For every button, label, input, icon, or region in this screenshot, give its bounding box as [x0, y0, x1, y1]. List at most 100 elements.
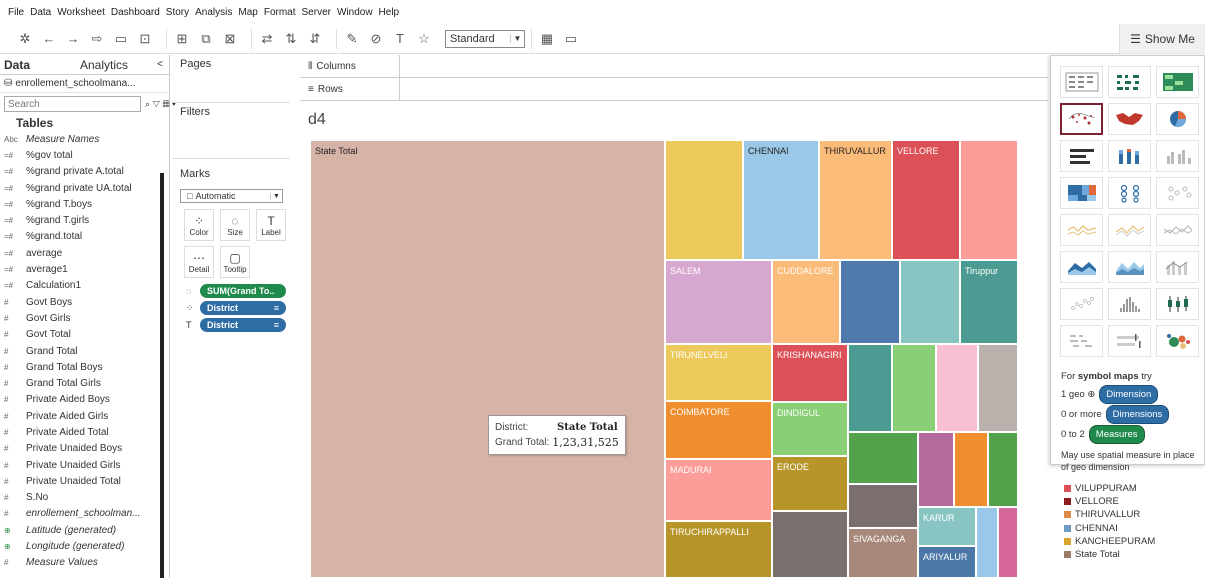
- legend-item[interactable]: VELLORE: [1064, 495, 1194, 508]
- field-pill[interactable]: District ≡: [200, 301, 286, 315]
- treemap-tile[interactable]: ERODE: [772, 456, 848, 511]
- treemap-tile[interactable]: SALEM: [665, 260, 772, 344]
- scrollbar[interactable]: [160, 173, 164, 578]
- mark-type-select[interactable]: □ Automatic ▼: [180, 189, 283, 203]
- treemap-tile[interactable]: KARUR: [918, 507, 976, 546]
- treemap-tile[interactable]: [900, 260, 960, 344]
- symbol-map-icon[interactable]: [1060, 103, 1103, 135]
- field-item[interactable]: ⊕ Longitude (generated): [0, 538, 169, 554]
- sort-descending-icon[interactable]: ⇵: [306, 30, 324, 48]
- legend-item[interactable]: KANCHEEPURAM: [1064, 535, 1194, 548]
- treemap-tile[interactable]: [998, 507, 1018, 578]
- field-item[interactable]: # Private Unaided Total: [0, 473, 169, 489]
- gantt-icon[interactable]: [1060, 325, 1103, 357]
- undo-icon[interactable]: ←: [40, 30, 58, 48]
- line-discrete-icon[interactable]: [1060, 214, 1103, 246]
- treemap-tile[interactable]: TIRUNELVELI: [665, 344, 772, 401]
- treemap-tile[interactable]: CUDDALORE: [772, 260, 840, 344]
- field-item[interactable]: =# %grand T.girls: [0, 212, 169, 228]
- field-item[interactable]: # Private Aided Boys: [0, 392, 169, 408]
- field-item[interactable]: # Private Unaided Boys: [0, 441, 169, 457]
- treemap-icon[interactable]: [1060, 177, 1103, 209]
- packed-bubbles-icon[interactable]: [1156, 325, 1199, 357]
- treemap-tile[interactable]: [848, 344, 892, 432]
- scatter-plot-icon[interactable]: [1060, 288, 1103, 320]
- clear-icon[interactable]: ⊠: [221, 30, 239, 48]
- area-continuous-icon[interactable]: [1060, 251, 1103, 283]
- field-item[interactable]: # Grand Total: [0, 343, 169, 359]
- forward-icon[interactable]: ⇨: [88, 30, 106, 48]
- treemap-tile[interactable]: DINDIGUL: [772, 402, 848, 456]
- marks-detail-button[interactable]: ⋯ Detail: [184, 246, 214, 278]
- treemap-tile[interactable]: Tiruppur: [960, 260, 1018, 344]
- filters-card[interactable]: Filters: [172, 103, 290, 159]
- treemap-tile[interactable]: [988, 432, 1018, 507]
- field-item[interactable]: =# average: [0, 245, 169, 261]
- collapse-pane-icon[interactable]: <: [157, 55, 169, 74]
- field-item[interactable]: =# average1: [0, 261, 169, 277]
- field-item[interactable]: # Grand Total Girls: [0, 375, 169, 391]
- tab-data[interactable]: Data: [0, 55, 68, 74]
- pin-icon[interactable]: ☆: [415, 30, 433, 48]
- field-item[interactable]: # Govt Total: [0, 327, 169, 343]
- dual-combination-icon[interactable]: [1156, 251, 1199, 283]
- menu-item-help[interactable]: Help: [379, 7, 400, 18]
- treemap-tile[interactable]: SIVAGANGA: [848, 528, 918, 578]
- rows-shelf[interactable]: ≡ Rows: [300, 78, 1048, 101]
- field-item[interactable]: # Govt Girls: [0, 310, 169, 326]
- field-item[interactable]: # Private Aided Girls: [0, 408, 169, 424]
- labels-icon[interactable]: T: [391, 30, 409, 48]
- legend-item[interactable]: THIRUVALLUR: [1064, 508, 1194, 521]
- field-pill[interactable]: SUM(Grand To..: [200, 284, 286, 298]
- treemap-tile[interactable]: [918, 432, 954, 507]
- treemap-tile[interactable]: [892, 344, 936, 432]
- search-input[interactable]: [4, 96, 141, 112]
- side-by-side-bar-icon[interactable]: [1156, 140, 1199, 172]
- tab-analytics[interactable]: Analytics: [68, 55, 136, 74]
- treemap-tile[interactable]: [840, 260, 900, 344]
- treemap-tile[interactable]: ARIYALUR: [918, 546, 976, 578]
- treemap-tile[interactable]: COIMBATORE: [665, 401, 772, 459]
- legend-item[interactable]: CHENNAI: [1064, 522, 1194, 535]
- area-discrete-icon[interactable]: [1108, 251, 1151, 283]
- field-item[interactable]: # Private Aided Total: [0, 424, 169, 440]
- stacked-bar-icon[interactable]: [1108, 140, 1151, 172]
- field-item[interactable]: Abc Measure Names: [0, 131, 169, 147]
- treemap-tile[interactable]: [848, 432, 918, 484]
- fit-icon[interactable]: ▦: [538, 30, 556, 48]
- field-item[interactable]: =# Calculation1: [0, 278, 169, 294]
- treemap-tile[interactable]: [936, 344, 978, 432]
- field-item[interactable]: =# %grand T.boys: [0, 196, 169, 212]
- field-pill[interactable]: District ≡: [200, 318, 286, 332]
- treemap-tile[interactable]: MADURAI: [665, 459, 772, 521]
- swap-icon[interactable]: ⇄: [258, 30, 276, 48]
- field-item[interactable]: # enrollement_schoolman...: [0, 506, 169, 522]
- highlight-icon[interactable]: ✎: [343, 30, 361, 48]
- field-item[interactable]: # Measure Values: [0, 555, 169, 571]
- treemap-tile[interactable]: [960, 140, 1018, 260]
- marks-label-button[interactable]: T Label: [256, 209, 286, 241]
- treemap-tile[interactable]: [772, 511, 848, 578]
- pages-card[interactable]: Pages: [172, 55, 290, 103]
- save-icon[interactable]: ▭: [112, 30, 130, 48]
- group-icon[interactable]: ⊘: [367, 30, 385, 48]
- datasource-item[interactable]: ⛁ enrollement_schoolmana...: [0, 75, 169, 93]
- duplicate-icon[interactable]: ⧉: [197, 30, 215, 48]
- add-datasource-icon[interactable]: ⊡: [136, 30, 154, 48]
- field-item[interactable]: =# %grand private UA.total: [0, 180, 169, 196]
- menu-item-map[interactable]: Map: [238, 7, 257, 18]
- menu-item-analysis[interactable]: Analysis: [195, 7, 232, 18]
- circle-view-icon[interactable]: [1108, 177, 1151, 209]
- treemap-tile[interactable]: [978, 344, 1018, 432]
- line-continuous-icon[interactable]: [1108, 214, 1151, 246]
- bullet-graph-icon[interactable]: [1108, 325, 1151, 357]
- field-item[interactable]: # Grand Total Boys: [0, 359, 169, 375]
- marks-color-button[interactable]: ⁘ Color: [184, 209, 214, 241]
- dual-line-icon[interactable]: [1156, 214, 1199, 246]
- fit-select[interactable]: Standard ▼: [445, 29, 525, 48]
- treemap-tile[interactable]: [848, 484, 918, 528]
- menu-item-dashboard[interactable]: Dashboard: [111, 7, 160, 18]
- text-table-icon[interactable]: [1060, 66, 1103, 98]
- treemap-tile[interactable]: State Total: [310, 140, 665, 578]
- treemap-tile[interactable]: [665, 140, 743, 260]
